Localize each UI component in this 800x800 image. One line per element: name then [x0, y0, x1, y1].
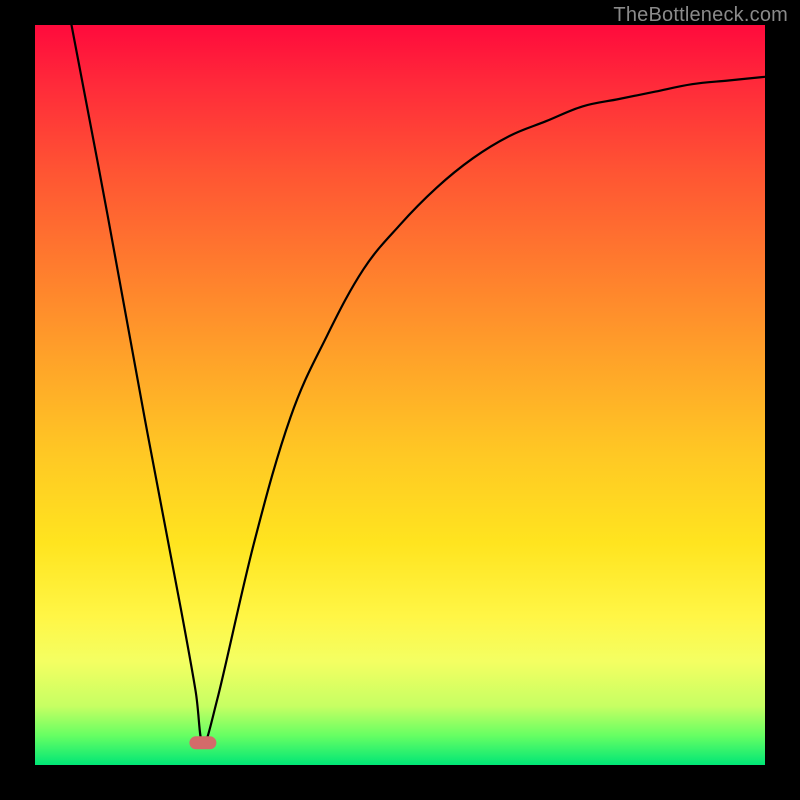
- bottleneck-curve: [72, 25, 766, 743]
- watermark-text: TheBottleneck.com: [613, 4, 788, 27]
- chart-frame: TheBottleneck.com: [0, 0, 800, 800]
- minimum-marker: [190, 737, 216, 749]
- plot-area: [35, 25, 765, 765]
- curve-svg: [35, 25, 765, 765]
